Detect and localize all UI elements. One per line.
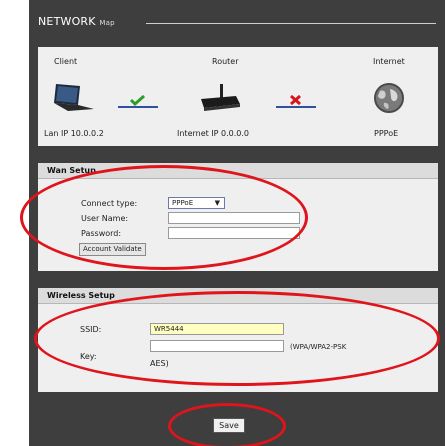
cross-icon [276, 94, 316, 108]
title-divider [146, 23, 436, 24]
save-button[interactable]: Save [213, 418, 245, 433]
wan-setup-heading: Wan Setup [38, 163, 438, 179]
password-label: Password: [81, 229, 122, 238]
client-lan-ip: Lan IP 10.0.0.2 [44, 129, 104, 138]
username-input[interactable] [168, 212, 300, 224]
connection-type-status: PPPoE [374, 129, 399, 138]
key-input[interactable] [150, 340, 284, 352]
check-icon [118, 94, 158, 108]
connect-type-label: Connect type: [81, 199, 138, 208]
client-label: Client [54, 57, 78, 66]
router-icon [201, 84, 240, 111]
chevron-down-icon: ▼ [214, 199, 220, 207]
password-input[interactable] [168, 227, 300, 239]
router-internet-ip: Internet IP 0.0.0.0 [177, 129, 250, 138]
page-title-text: NETWORK [38, 15, 96, 28]
account-validate-button[interactable]: Account Validate [79, 243, 146, 256]
ssid-label: SSID: [80, 325, 102, 334]
key-label: Key: [80, 352, 97, 361]
ssid-input[interactable]: WR5444 [150, 323, 284, 335]
username-label: User Name: [81, 214, 129, 223]
globe-icon [374, 83, 404, 113]
security-hint: (WPA/WPA2-PSK [290, 343, 347, 351]
internet-label: Internet [373, 57, 405, 66]
network-map: Client Router Internet Lan IP 10.0.0.2 I… [38, 47, 438, 146]
connect-type-value: PPPoE [172, 199, 194, 207]
security-hint-continued: AES) [150, 359, 169, 368]
wan-setup-section: Wan Setup Connect type: PPPoE ▼ User Nam… [38, 163, 438, 271]
page-title-suffix: Map [99, 19, 115, 27]
connect-type-select[interactable]: PPPoE ▼ [168, 197, 225, 209]
wireless-setup-heading: Wireless Setup [38, 288, 438, 304]
laptop-icon [54, 84, 94, 111]
network-map-header: NETWORK Map [38, 15, 438, 31]
page-title: NETWORK Map [38, 15, 115, 28]
router-label: Router [212, 57, 239, 66]
wireless-setup-section: Wireless Setup SSID: WR5444 Key: (WPA/WP… [38, 288, 438, 392]
